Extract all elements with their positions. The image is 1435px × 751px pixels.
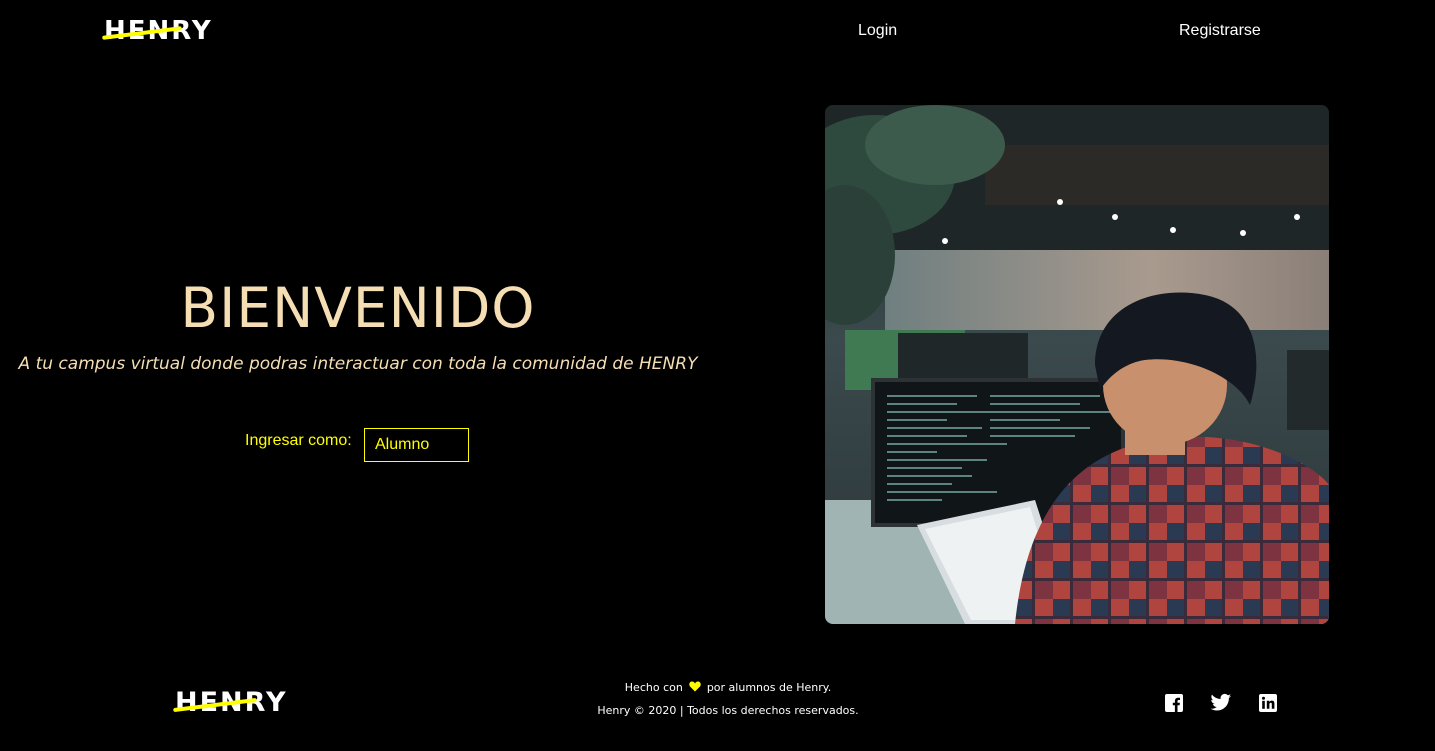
role-label: Ingresar como: <box>245 432 352 449</box>
footer-copyright: Henry © 2020 | Todos los derechos reserv… <box>597 704 859 717</box>
facebook-icon[interactable] <box>1164 693 1184 713</box>
header-logo[interactable]: HENRY <box>102 16 213 46</box>
footer-logo[interactable]: HENRY <box>173 687 288 718</box>
hero-subtitle: A tu campus virtual donde podras interac… <box>18 354 698 374</box>
footer-made-with-prefix: Hecho con <box>624 681 683 694</box>
footer-made-with-suffix: por alumnos de Henry. <box>706 681 832 694</box>
hero-photo-illustration <box>825 105 1329 624</box>
linkedin-icon[interactable] <box>1258 693 1278 713</box>
hero-title: BIENVENIDO <box>180 276 536 340</box>
role-select[interactable]: Alumno <box>364 428 469 462</box>
page: HENRY Login Registrarse BIENVENIDO A tu … <box>0 0 1435 751</box>
nav-login-link[interactable]: Login <box>858 22 897 40</box>
hero-photo <box>825 105 1329 624</box>
role-select-value: Alumno <box>375 436 430 453</box>
nav-register-link[interactable]: Registrarse <box>1179 22 1261 40</box>
twitter-icon[interactable] <box>1210 693 1232 713</box>
heart-icon <box>689 681 701 695</box>
footer-made-with: Hecho con por alumnos de Henry. <box>560 681 896 695</box>
